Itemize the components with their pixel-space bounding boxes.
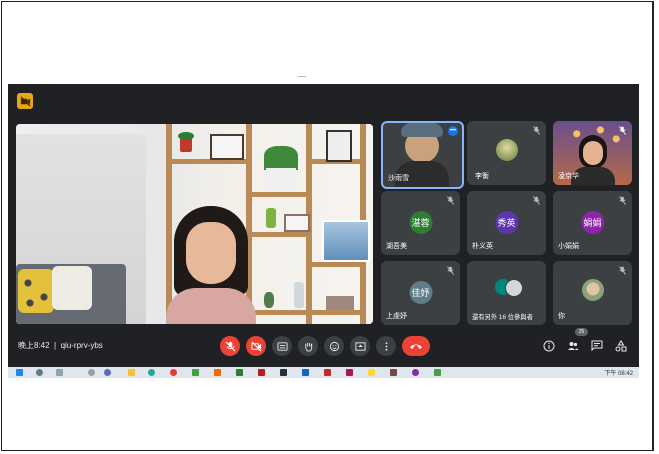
- clock-text: 晚上8:42: [18, 341, 50, 350]
- avatar: [582, 279, 604, 301]
- app-icon[interactable]: [346, 369, 353, 376]
- participant-tile[interactable]: 凌京华: [553, 121, 632, 185]
- app-icon[interactable]: [412, 369, 419, 376]
- avatar: [496, 139, 518, 161]
- mic-off-icon: [447, 266, 454, 275]
- folder-icon[interactable]: [128, 369, 135, 376]
- participant-name: 沙雨雪: [388, 175, 409, 182]
- people-button[interactable]: [566, 339, 580, 353]
- os-taskbar: 下午 08:42: [8, 367, 639, 378]
- search-icon[interactable]: [36, 369, 43, 376]
- excel-icon[interactable]: [236, 369, 243, 376]
- avatar: 佳妤: [409, 281, 432, 304]
- app-icon[interactable]: [214, 369, 221, 376]
- app-icon[interactable]: [280, 369, 287, 376]
- avatar: 秀英: [495, 211, 518, 234]
- video-pillow: [18, 269, 54, 313]
- participant-name: 你: [558, 313, 565, 320]
- emoji-icon: [329, 341, 339, 351]
- participant-name: 還有另外 16 位參與者: [472, 314, 533, 321]
- people-icon: [568, 342, 579, 350]
- participant-count-badge: 25: [575, 328, 588, 336]
- participant-tile[interactable]: 李衡: [467, 121, 546, 185]
- app-icon[interactable]: [258, 369, 265, 376]
- info-icon: [543, 340, 555, 352]
- separator: |: [51, 341, 59, 350]
- participant-name: 上虔妤: [386, 313, 407, 320]
- call-end-icon: [410, 344, 422, 349]
- hand-icon: [304, 342, 312, 352]
- mic-off-icon: [533, 196, 540, 205]
- mic-off-icon: [619, 196, 626, 205]
- reactions-button[interactable]: [324, 336, 344, 356]
- activities-button[interactable]: [614, 339, 628, 353]
- participant-tile[interactable]: 湛蓉 湖吾美: [381, 191, 460, 255]
- participant-name: 朴义英: [472, 243, 493, 250]
- more-options-icon[interactable]: •••: [448, 126, 458, 136]
- present-icon: [354, 341, 366, 351]
- acrobat-icon[interactable]: [324, 369, 331, 376]
- shapes-icon: [615, 340, 627, 352]
- raise-hand-button[interactable]: [298, 336, 318, 356]
- line-icon[interactable]: [434, 369, 441, 376]
- captions-icon: [276, 341, 288, 351]
- edge-icon[interactable]: [148, 369, 155, 376]
- meeting-info-button[interactable]: [542, 339, 556, 353]
- participant-tile[interactable]: 秀英 朴义英: [467, 191, 546, 255]
- chat-button[interactable]: [590, 339, 604, 353]
- speaker-person: [166, 206, 256, 324]
- mic-off-icon: [225, 341, 235, 351]
- meeting-controls-bar: 晚上8:42 | qiu-rprv-ybs 25: [8, 328, 639, 360]
- participant-tile[interactable]: 佳妤 上虔妤: [381, 261, 460, 325]
- participant-name: 湖吾美: [386, 243, 407, 250]
- app-icon[interactable]: [302, 369, 309, 376]
- participant-name: 李衡: [475, 173, 489, 180]
- taskbar-clock: 下午 08:42: [604, 371, 633, 377]
- more-options-button[interactable]: [376, 336, 396, 356]
- app-icon[interactable]: [192, 369, 199, 376]
- meeting-code: qiu-rprv-ybs: [60, 341, 103, 350]
- leave-call-button[interactable]: [402, 336, 430, 356]
- start-icon[interactable]: [16, 369, 23, 376]
- meet-window: ••• 沙雨雪 李衡 凌京华 湛蓉 湖吾美 秀英 朴义英 娟娟 小娟娟 佳妤 上…: [8, 84, 639, 367]
- avatar: 娟娟: [581, 211, 604, 234]
- participant-tile[interactable]: ••• 沙雨雪: [381, 121, 464, 189]
- mic-off-icon: [533, 126, 540, 135]
- captions-button[interactable]: [272, 336, 292, 356]
- mic-off-icon: [619, 126, 626, 135]
- video-pillow: [52, 266, 92, 310]
- more-vert-icon: [385, 341, 387, 351]
- task-view-icon[interactable]: [56, 369, 63, 376]
- camera-toggle-button[interactable]: [246, 336, 266, 356]
- app-icon[interactable]: [88, 369, 95, 376]
- mic-off-icon: [447, 196, 454, 205]
- mic-toggle-button[interactable]: [220, 336, 240, 356]
- participant-tile[interactable]: 你: [553, 261, 632, 325]
- app-icon[interactable]: [390, 369, 397, 376]
- app-icon[interactable]: [368, 369, 375, 376]
- chrome-icon[interactable]: [170, 369, 177, 376]
- participant-name: 小娟娟: [558, 243, 579, 250]
- participant-tile[interactable]: 娟娟 小娟娟: [553, 191, 632, 255]
- mic-off-icon: [619, 266, 626, 275]
- app-icon[interactable]: [104, 369, 111, 376]
- meeting-clock: 晚上8:42 | qiu-rprv-ybs: [18, 340, 103, 351]
- participant-name: 凌京华: [558, 173, 579, 180]
- camera-off-badge-icon[interactable]: [17, 93, 33, 109]
- avatar: 湛蓉: [409, 211, 432, 234]
- camera-off-icon: [250, 341, 261, 351]
- main-speaker-video[interactable]: [16, 124, 373, 324]
- present-button[interactable]: [350, 336, 370, 356]
- participant-group-tile[interactable]: 還有另外 16 位參與者: [467, 261, 546, 325]
- avatar: [505, 279, 523, 297]
- chat-icon: [591, 340, 603, 352]
- top-dot-divider: [298, 76, 306, 77]
